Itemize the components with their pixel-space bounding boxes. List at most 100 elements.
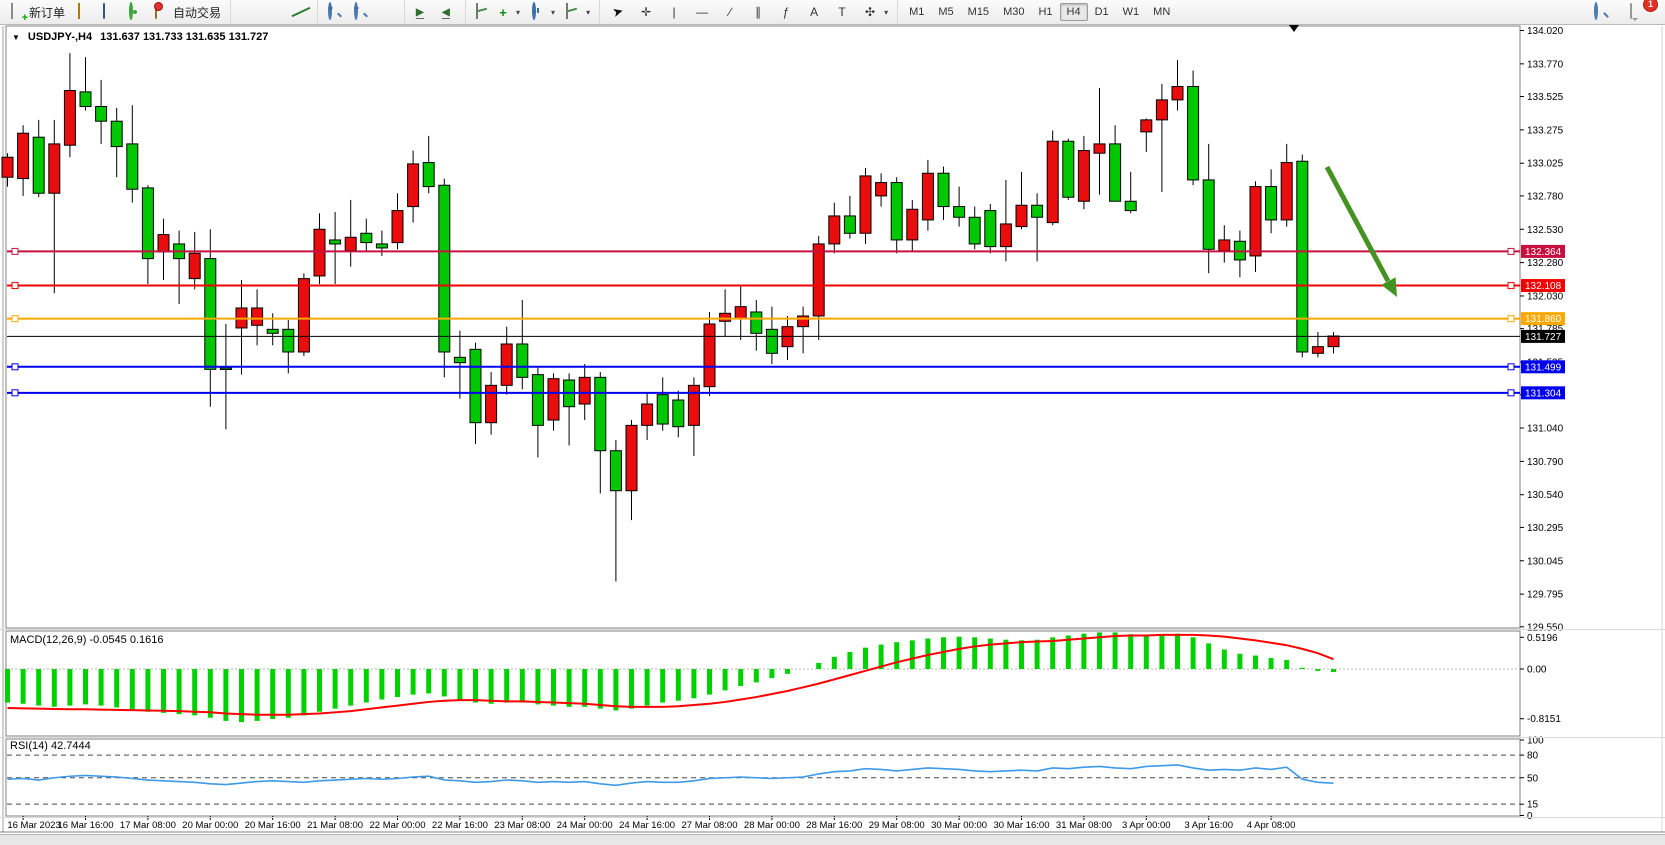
time-label: 22 Mar 00:00: [370, 820, 426, 831]
time-label: 31 Mar 08:00: [1056, 820, 1112, 831]
price-tick-label: 130.295: [1527, 523, 1564, 534]
candle-58: [907, 209, 918, 240]
price-tick-label: 132.280: [1527, 258, 1564, 269]
price-badge-label-131.304: 131.304: [1525, 388, 1562, 399]
candle-34: [532, 375, 543, 426]
chart-ohlc-readout: 131.637 131.733 131.635 131.727: [100, 31, 268, 43]
hline-handle-right-132.364[interactable]: [1508, 248, 1514, 254]
time-label: 24 Mar 00:00: [557, 820, 613, 831]
candle-74: [1156, 100, 1167, 120]
candle-20: [314, 229, 325, 276]
candle-45: [704, 324, 715, 387]
price-tick-label: 130.790: [1527, 457, 1564, 468]
time-label: 20 Mar 16:00: [245, 820, 301, 831]
hline-handle-right-131.860[interactable]: [1508, 316, 1514, 322]
rsi-tick-label: 15: [1527, 800, 1539, 811]
candle-66: [1032, 205, 1043, 217]
candle-29: [454, 357, 465, 362]
candle-30: [470, 349, 481, 422]
time-label: 28 Mar 16:00: [806, 820, 862, 831]
price-tick-label: 132.030: [1527, 291, 1564, 302]
candle-41: [642, 404, 653, 425]
candle-10: [158, 235, 169, 252]
price-tick-label: 129.550: [1527, 622, 1564, 633]
candle-33: [517, 344, 528, 377]
candle-40: [626, 425, 637, 490]
chart-window: ▼ USDJPY-,H4 131.637 131.733 131.635 131…: [0, 0, 1665, 845]
candle-38: [595, 377, 606, 450]
hline-handle-left-132.364[interactable]: [12, 248, 18, 254]
candle-31: [486, 385, 497, 422]
candle-39: [610, 451, 621, 491]
rsi-tick-label: 50: [1527, 773, 1539, 784]
chart-symbol-timeframe: USDJPY-,H4: [28, 31, 92, 43]
time-label: 28 Mar 00:00: [744, 820, 800, 831]
macd-tick-label: -0.8151: [1527, 714, 1561, 725]
price-badge-label-131.860: 131.860: [1525, 314, 1562, 325]
candle-83: [1297, 161, 1308, 352]
candle-51: [798, 316, 809, 327]
candle-70: [1094, 144, 1105, 153]
candle-67: [1047, 141, 1058, 222]
candle-62: [969, 217, 980, 244]
hline-handle-left-131.860[interactable]: [12, 316, 18, 322]
time-label: 23 Mar 08:00: [494, 820, 550, 831]
time-label: 16 Mar 16:00: [58, 820, 114, 831]
candle-84: [1312, 347, 1323, 354]
hline-handle-left-131.499[interactable]: [12, 364, 18, 370]
hline-handle-left-132.108[interactable]: [12, 283, 18, 289]
candle-5: [80, 92, 91, 107]
candle-32: [501, 344, 512, 385]
rsi-tick-label: 80: [1527, 751, 1539, 762]
candle-80: [1250, 187, 1261, 256]
candle-75: [1172, 87, 1183, 100]
candle-25: [392, 211, 403, 243]
candle-4: [64, 91, 75, 146]
price-badge-label-131.499: 131.499: [1525, 362, 1562, 373]
candle-17: [267, 329, 278, 333]
candle-16: [252, 308, 263, 325]
candle-2: [33, 137, 44, 193]
candle-49: [766, 329, 777, 353]
price-tick-label: 133.525: [1527, 92, 1564, 103]
price-badge-label-131.727: 131.727: [1525, 332, 1562, 343]
hline-handle-right-131.304[interactable]: [1508, 390, 1514, 396]
candle-6: [96, 107, 107, 122]
hline-handle-right-132.108[interactable]: [1508, 283, 1514, 289]
candle-3: [49, 144, 60, 193]
candle-61: [954, 207, 965, 218]
time-label: 27 Mar 08:00: [682, 820, 738, 831]
price-tick-label: 131.040: [1527, 424, 1564, 435]
time-label: 21 Mar 08:00: [307, 820, 363, 831]
trading-terminal-window: 新订单 自动交易 + − ▶ ◀ +▾ ▾ ▾: [0, 0, 1665, 845]
candle-71: [1110, 144, 1121, 201]
price-tick-label: 130.540: [1527, 490, 1564, 501]
time-label: 4 Apr 08:00: [1247, 820, 1296, 831]
macd-tick-label: 0.00: [1527, 665, 1547, 676]
price-tick-label: 132.530: [1527, 225, 1564, 236]
chart-canvas[interactable]: 134.020133.770133.525133.275133.025132.7…: [0, 0, 1665, 845]
candle-46: [720, 313, 731, 321]
candle-44: [688, 385, 699, 425]
symbol-dropdown-icon[interactable]: ▼: [12, 33, 20, 42]
candle-54: [844, 216, 855, 233]
candle-55: [860, 176, 871, 233]
candle-48: [751, 312, 762, 333]
time-label: 20 Mar 00:00: [182, 820, 238, 831]
candle-21: [330, 240, 341, 244]
candle-22: [345, 237, 356, 250]
price-tick-label: 132.780: [1527, 191, 1564, 202]
candle-27: [423, 163, 434, 187]
hline-handle-left-131.304[interactable]: [12, 390, 18, 396]
hline-handle-right-131.499[interactable]: [1508, 364, 1514, 370]
price-tick-label: 129.795: [1527, 590, 1564, 601]
candle-28: [439, 185, 450, 352]
time-label: 29 Mar 08:00: [869, 820, 925, 831]
candle-23: [361, 233, 372, 242]
candle-56: [876, 183, 887, 196]
time-label: 30 Mar 16:00: [994, 820, 1050, 831]
time-label: 3 Apr 00:00: [1122, 820, 1171, 831]
macd-tick-label: 0.5196: [1527, 633, 1558, 644]
candle-12: [189, 253, 200, 278]
price-tick-label: 133.770: [1527, 59, 1564, 70]
